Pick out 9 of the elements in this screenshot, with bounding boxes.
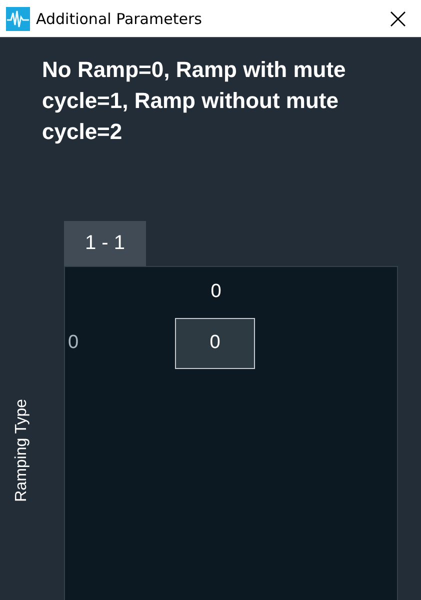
window-title: Additional Parameters <box>36 10 203 28</box>
description-text: No Ramp=0, Ramp with mute cycle=1, Ramp without mute cycle=2 <box>41 56 347 146</box>
column-header: 0 <box>210 281 222 303</box>
waveform-icon <box>6 6 30 30</box>
row-header: 0 <box>67 332 79 354</box>
value-field[interactable]: 0 <box>175 318 255 368</box>
close-icon <box>390 10 406 26</box>
tab[interactable]: 1 - 1 <box>64 221 146 266</box>
row-axis-label: Ramping Type <box>13 399 31 502</box>
